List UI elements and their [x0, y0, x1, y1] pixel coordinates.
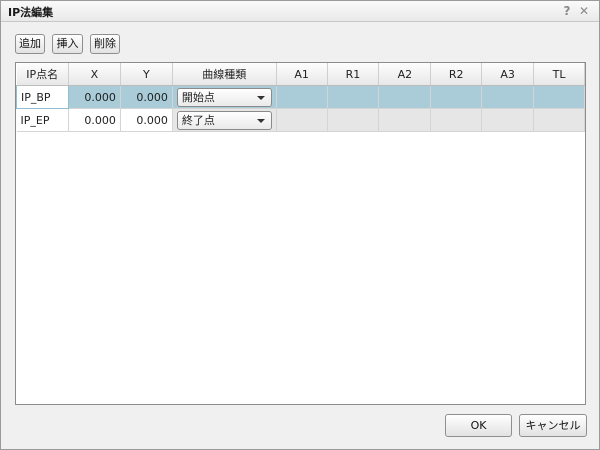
ip-name-cell[interactable]: IP_EP — [16, 108, 69, 132]
chevron-down-icon — [256, 95, 265, 100]
help-icon[interactable]: ? — [560, 4, 574, 18]
column-header-a3[interactable]: A3 — [481, 63, 535, 86]
curve-type-dropdown[interactable]: 開始点 — [176, 87, 272, 107]
ip-name-cell[interactable]: IP_BP — [16, 85, 69, 109]
curve-type-value: 開始点 — [181, 90, 215, 104]
cancel-button[interactable]: キャンセル — [519, 414, 587, 437]
a3-cell — [481, 108, 535, 132]
y-cell[interactable]: 0.000 — [120, 85, 173, 109]
column-header-r1[interactable]: R1 — [327, 63, 380, 86]
column-header-curve-type[interactable]: 曲線種類 — [172, 63, 277, 86]
column-header-ip-name[interactable]: IP点名 — [16, 63, 69, 86]
curve-type-dropdown[interactable]: 終了点 — [176, 110, 272, 130]
a1-cell — [276, 85, 328, 109]
tl-cell — [533, 108, 585, 132]
r1-cell — [327, 108, 380, 132]
chevron-down-icon — [256, 118, 265, 123]
a2-cell — [378, 85, 432, 109]
table-row[interactable]: IP_EP 0.000 0.000 終了点 — [16, 108, 585, 132]
a3-cell — [481, 85, 535, 109]
r2-cell — [430, 85, 483, 109]
column-header-a1[interactable]: A1 — [276, 63, 328, 86]
x-cell[interactable]: 0.000 — [68, 108, 121, 132]
r1-cell — [327, 85, 380, 109]
tl-cell — [533, 85, 585, 109]
close-icon[interactable]: ✕ — [577, 4, 591, 18]
ip-edit-dialog: IP法編集 ? ✕ 追加 挿入 削除 IP点名 X Y 曲線種類 A1 R1 A… — [0, 0, 600, 450]
ok-button[interactable]: OK — [445, 414, 512, 437]
curve-type-value: 終了点 — [181, 113, 215, 127]
curve-type-cell: 終了点 — [172, 108, 277, 132]
a1-cell — [276, 108, 328, 132]
y-cell[interactable]: 0.000 — [120, 108, 173, 132]
dialog-title: IP法編集 — [8, 6, 54, 19]
a2-cell — [378, 108, 432, 132]
table-row[interactable]: IP_BP 0.000 0.000 開始点 — [16, 85, 585, 109]
x-cell[interactable]: 0.000 — [68, 85, 121, 109]
title-bar: IP法編集 ? ✕ — [1, 1, 599, 22]
column-header-a2[interactable]: A2 — [378, 63, 432, 86]
ip-table: IP点名 X Y 曲線種類 A1 R1 A2 R2 A3 TL IP_BP 0.… — [16, 63, 585, 132]
column-header-r2[interactable]: R2 — [430, 63, 483, 86]
column-header-x[interactable]: X — [68, 63, 121, 86]
r2-cell — [430, 108, 483, 132]
curve-type-cell: 開始点 — [172, 85, 277, 109]
column-header-tl[interactable]: TL — [533, 63, 585, 86]
insert-button[interactable]: 挿入 — [52, 34, 83, 54]
column-header-y[interactable]: Y — [120, 63, 173, 86]
ip-grid[interactable]: IP点名 X Y 曲線種類 A1 R1 A2 R2 A3 TL IP_BP 0.… — [15, 62, 586, 405]
delete-button[interactable]: 削除 — [90, 34, 120, 54]
add-button[interactable]: 追加 — [15, 34, 45, 54]
header-row: IP点名 X Y 曲線種類 A1 R1 A2 R2 A3 TL — [16, 63, 585, 86]
